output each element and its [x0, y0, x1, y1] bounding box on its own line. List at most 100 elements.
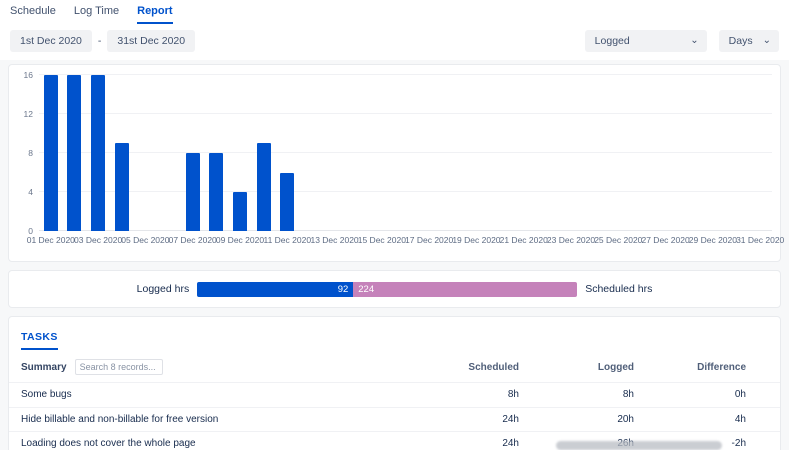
logged-vs-scheduled-bar: 92 224	[197, 282, 577, 297]
bar[interactable]	[257, 143, 271, 231]
tab-report[interactable]: Report	[137, 5, 172, 24]
task-logged: 8h	[519, 388, 634, 402]
bar-slot	[583, 75, 607, 231]
top-nav: Schedule Log Time Report	[0, 0, 789, 24]
scheduled-hrs-label: Scheduled hrs	[585, 283, 652, 295]
bar-slot	[512, 75, 536, 231]
report-toolbar: 1st Dec 2020 - 31st Dec 2020 Logged ⌄ Da…	[0, 24, 789, 60]
bar-slot	[701, 75, 725, 231]
tasks-rows: Some bugs8h8h0hHide billable and non-bil…	[9, 382, 780, 450]
x-axis-tick-label: 13 Dec 2020	[310, 235, 358, 245]
bar-slot	[63, 75, 87, 231]
column-header-difference: Difference	[634, 362, 746, 373]
logged-hours-bar-chart: 01 Dec 202003 Dec 202005 Dec 202007 Dec …	[8, 64, 781, 262]
x-axis-tick-label: 01 Dec 2020	[27, 235, 75, 245]
bar-slot	[299, 75, 323, 231]
x-axis-tick-label: 15 Dec 2020	[358, 235, 406, 245]
bar-slot	[677, 75, 701, 231]
bar-slot	[370, 75, 394, 231]
bar[interactable]	[186, 153, 200, 231]
bar-slot	[86, 75, 110, 231]
bar[interactable]	[67, 75, 81, 231]
y-axis-tick-label: 0	[13, 226, 33, 236]
metric-select[interactable]: Logged ⌄	[585, 30, 707, 52]
tasks-title: TASKS	[21, 331, 58, 350]
table-row[interactable]: Hide billable and non-billable for free …	[9, 407, 780, 432]
x-axis-tick-label: 23 Dec 2020	[547, 235, 595, 245]
x-axis-tick-label: 11 Dec 2020	[263, 235, 311, 245]
task-summary: Loading does not cover the whole page	[21, 437, 401, 450]
x-axis-tick-label: 25 Dec 2020	[594, 235, 642, 245]
chevron-down-icon: ⌄	[680, 38, 698, 44]
x-axis-tick-label: 05 Dec 2020	[121, 235, 169, 245]
granularity-select-value: Days	[729, 35, 753, 47]
bar-slot	[346, 75, 370, 231]
task-scheduled: 24h	[401, 413, 519, 427]
x-axis-tick-label: 17 Dec 2020	[405, 235, 453, 245]
bar-slot	[559, 75, 583, 231]
bar-slot	[228, 75, 252, 231]
bar-slot	[441, 75, 465, 231]
x-axis-tick-label: 07 Dec 2020	[169, 235, 217, 245]
tasks-table-header: Summary Scheduled Logged Difference	[9, 350, 780, 382]
tab-log-time[interactable]: Log Time	[74, 5, 119, 24]
task-summary: Some bugs	[21, 388, 401, 402]
bar-slot	[275, 75, 299, 231]
chart-xlabels: 01 Dec 202003 Dec 202005 Dec 202007 Dec …	[39, 235, 772, 249]
x-axis-tick-label: 09 Dec 2020	[216, 235, 264, 245]
horizontal-scrollbar-thumb[interactable]	[556, 441, 722, 450]
task-logged: 20h	[519, 413, 634, 427]
x-axis-tick-label: 29 Dec 2020	[689, 235, 737, 245]
bar-slot	[535, 75, 559, 231]
logged-value: 92	[338, 284, 349, 295]
bar-slot	[630, 75, 654, 231]
bar-slot	[252, 75, 276, 231]
bar-slot	[39, 75, 63, 231]
task-scheduled: 24h	[401, 437, 519, 450]
task-difference: 4h	[634, 413, 746, 427]
bar-slot	[134, 75, 158, 231]
bar-slot	[181, 75, 205, 231]
search-input[interactable]	[75, 359, 163, 375]
date-from-button[interactable]: 1st Dec 2020	[10, 30, 92, 52]
bar[interactable]	[209, 153, 223, 231]
task-scheduled: 8h	[401, 388, 519, 402]
bar-slot	[417, 75, 441, 231]
x-axis-tick-label: 03 Dec 2020	[74, 235, 122, 245]
bar[interactable]	[233, 192, 247, 231]
chevron-down-icon: ⌄	[753, 38, 771, 44]
bar-slot	[394, 75, 418, 231]
bar-slot	[157, 75, 181, 231]
bar[interactable]	[280, 173, 294, 232]
task-difference: 0h	[634, 388, 746, 402]
y-axis-tick-label: 12	[13, 109, 33, 119]
scheduled-bar-segment: 224	[353, 282, 577, 297]
chart-plot: 01 Dec 202003 Dec 202005 Dec 202007 Dec …	[39, 75, 772, 231]
logged-vs-scheduled-summary: Logged hrs 92 224 Scheduled hrs	[8, 270, 781, 308]
bar-slot	[465, 75, 489, 231]
x-axis-tick-label: 27 Dec 2020	[641, 235, 689, 245]
bar-slot	[323, 75, 347, 231]
x-axis-tick-label: 19 Dec 2020	[452, 235, 500, 245]
tasks-panel: TASKS Summary Scheduled Logged Differenc…	[8, 316, 781, 450]
scheduled-value: 224	[358, 284, 374, 295]
bar-slot	[488, 75, 512, 231]
y-axis-tick-label: 8	[13, 148, 33, 158]
x-axis-tick-label: 31 Dec 2020	[736, 235, 784, 245]
bar[interactable]	[91, 75, 105, 231]
bar-slot	[204, 75, 228, 231]
bar-slot	[748, 75, 772, 231]
bar-slot	[654, 75, 678, 231]
tab-schedule[interactable]: Schedule	[10, 5, 56, 24]
x-axis-tick-label: 21 Dec 2020	[500, 235, 548, 245]
y-axis-tick-label: 4	[13, 187, 33, 197]
date-range-separator: -	[98, 35, 102, 47]
column-header-summary: Summary	[21, 362, 67, 373]
metric-select-value: Logged	[595, 35, 630, 47]
bar[interactable]	[44, 75, 58, 231]
date-to-button[interactable]: 31st Dec 2020	[107, 30, 195, 52]
granularity-select[interactable]: Days ⌄	[719, 30, 779, 52]
bar-slot	[110, 75, 134, 231]
bar[interactable]	[115, 143, 129, 231]
table-row[interactable]: Some bugs8h8h0h	[9, 382, 780, 407]
